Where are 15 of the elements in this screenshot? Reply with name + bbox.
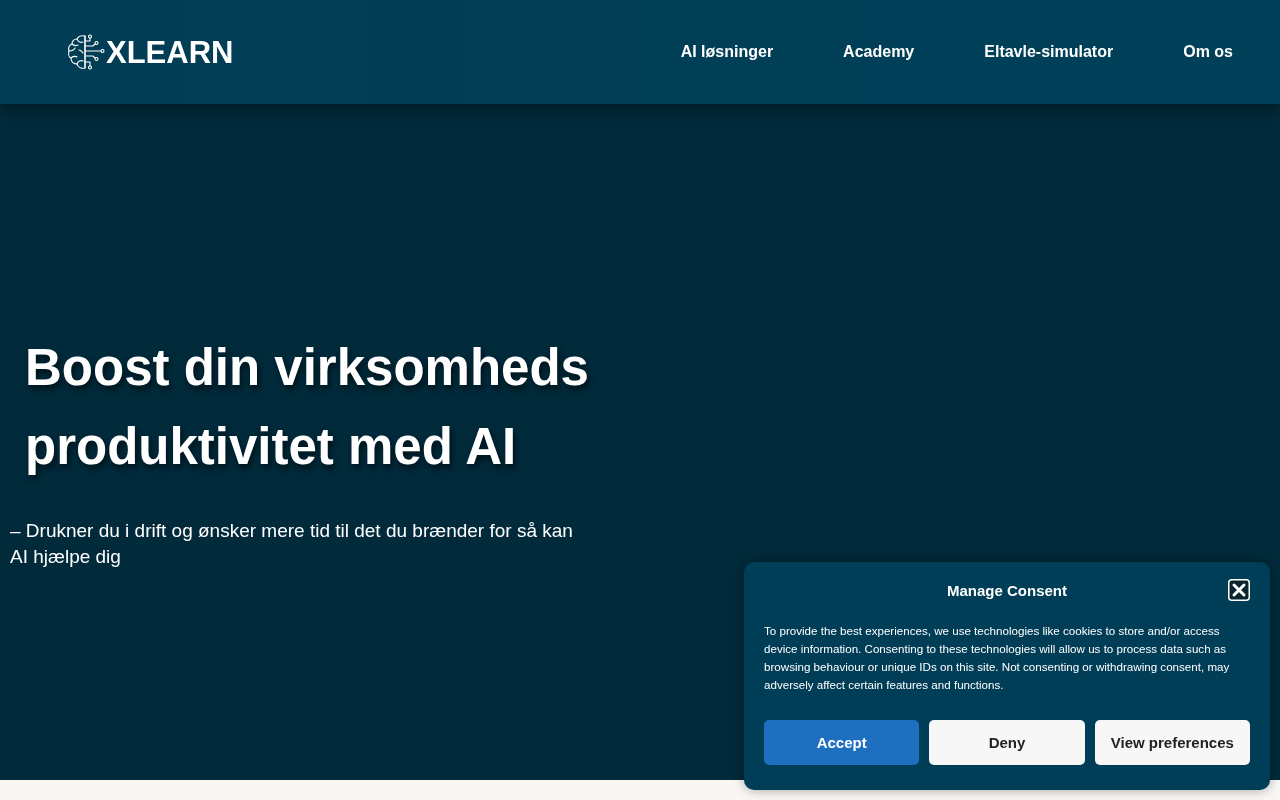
nav-link[interactable]: Eltavle-simulator xyxy=(984,43,1114,61)
logo-link[interactable]: XLEARN xyxy=(67,33,234,71)
close-icon xyxy=(1228,579,1250,601)
accept-button[interactable]: Accept xyxy=(764,720,920,765)
consent-button[interactable]: Deny xyxy=(929,720,1085,765)
nav-link[interactable]: Om os xyxy=(1183,43,1233,61)
nav-link[interactable]: Academy xyxy=(843,43,915,61)
brain-circuit-icon xyxy=(67,33,105,71)
close-button[interactable] xyxy=(1228,579,1250,601)
hero-subtitle: – Drukner du i drift og ønsker mere tid til det du brænder for så kan AI hjælpe dig xyxy=(10,519,574,569)
hero-title: Boost din virksomheds produktivitet med AI xyxy=(25,338,590,477)
nav-link[interactable]: AI løsninger xyxy=(680,43,774,61)
dialog-title: Manage Consent xyxy=(947,581,1067,599)
consent-button[interactable]: View preferences xyxy=(1094,720,1250,765)
consent-text: To provide the best experiences, we use technologies like cookies to store and/or access device information. Consenting to these technologies will allow us to process data such as browsing behaviour or unique IDs on this site. Not consenting or withdrawing consent, may adversely affect certain features and functions. xyxy=(764,623,1231,693)
